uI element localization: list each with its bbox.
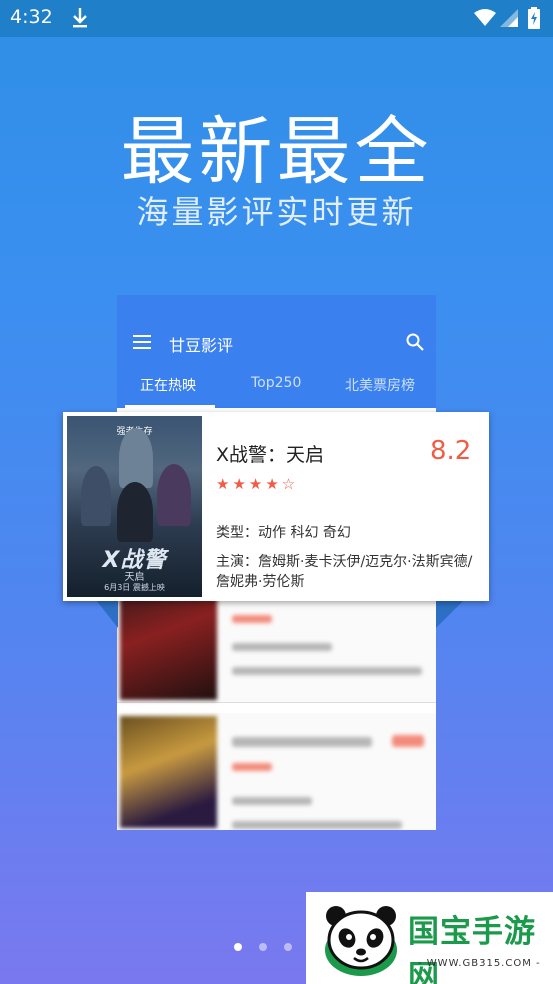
promo-headline: 最新最全 [120, 109, 433, 195]
title-line [232, 737, 372, 747]
card-fold-left [96, 600, 118, 628]
tab-na-box-office[interactable]: 北美票房榜 [345, 375, 415, 395]
search-icon[interactable] [406, 333, 424, 355]
movie-title: X战警：天启 [216, 444, 325, 466]
page-dot-2[interactable] [259, 943, 267, 951]
tab-top250[interactable]: Top250 [251, 375, 301, 391]
tab-now-showing[interactable]: 正在热映 [140, 375, 196, 395]
card-fold-right [436, 600, 464, 628]
poster-figure [117, 482, 153, 542]
poster-figure [119, 428, 153, 488]
movie-poster [120, 588, 217, 700]
list-item[interactable] [117, 713, 436, 830]
score-line [392, 735, 424, 747]
page-dot-3[interactable] [284, 943, 292, 951]
poster-release: 6月3日 震撼上映 [104, 583, 165, 592]
status-bar: 4:32 [0, 0, 553, 37]
poster-subtitle: 天启 [124, 572, 145, 583]
rating-stars [232, 763, 272, 771]
featured-movie-card[interactable]: 强者生存 X战警 天启 6月3日 震撼上映 X战警：天启 8.2 ★★★★☆ 类… [63, 412, 489, 601]
tab-indicator [125, 405, 215, 408]
rating-stars: ★★★★☆ [216, 475, 299, 493]
app-bar: 甘豆影评 正在热映 Top250 北美票房榜 [117, 295, 436, 408]
rating-stars [232, 615, 272, 623]
genre-line [232, 643, 332, 651]
movie-cast: 主演：詹姆斯·麦卡沃伊/迈克尔·法斯宾德/詹妮弗·劳伦斯 [216, 554, 473, 590]
download-icon [70, 6, 90, 30]
cast-line [232, 821, 402, 829]
promo-subline: 海量影评实时更新 [136, 193, 417, 231]
movie-genre: 类型：动作 科幻 奇幻 [216, 525, 351, 541]
battery-icon [528, 7, 540, 33]
poster-figure [157, 464, 191, 526]
watermark-brand: 国宝手游网 [408, 914, 536, 984]
movie-poster [120, 716, 217, 828]
tab-bar: 正在热映 Top250 北美票房榜 [117, 375, 436, 405]
poster-figure [81, 466, 111, 526]
status-time: 4:32 [10, 6, 53, 28]
watermark-url: - WWW.GB315.COM - [418, 958, 541, 969]
list-item[interactable] [117, 585, 436, 703]
genre-line [232, 797, 312, 805]
signal-icon [500, 9, 518, 31]
cast-line [232, 667, 422, 675]
movie-score: 8.2 [430, 436, 472, 466]
app-title: 甘豆影评 [169, 336, 234, 355]
page-dot-1[interactable] [234, 943, 242, 951]
panda-logo-icon [318, 902, 404, 982]
wifi-icon [474, 9, 496, 31]
movie-poster: 强者生存 X战警 天启 6月3日 震撼上映 [67, 416, 202, 597]
watermark: 国宝手游网 - WWW.GB315.COM - [306, 892, 553, 984]
menu-icon[interactable] [133, 335, 151, 349]
